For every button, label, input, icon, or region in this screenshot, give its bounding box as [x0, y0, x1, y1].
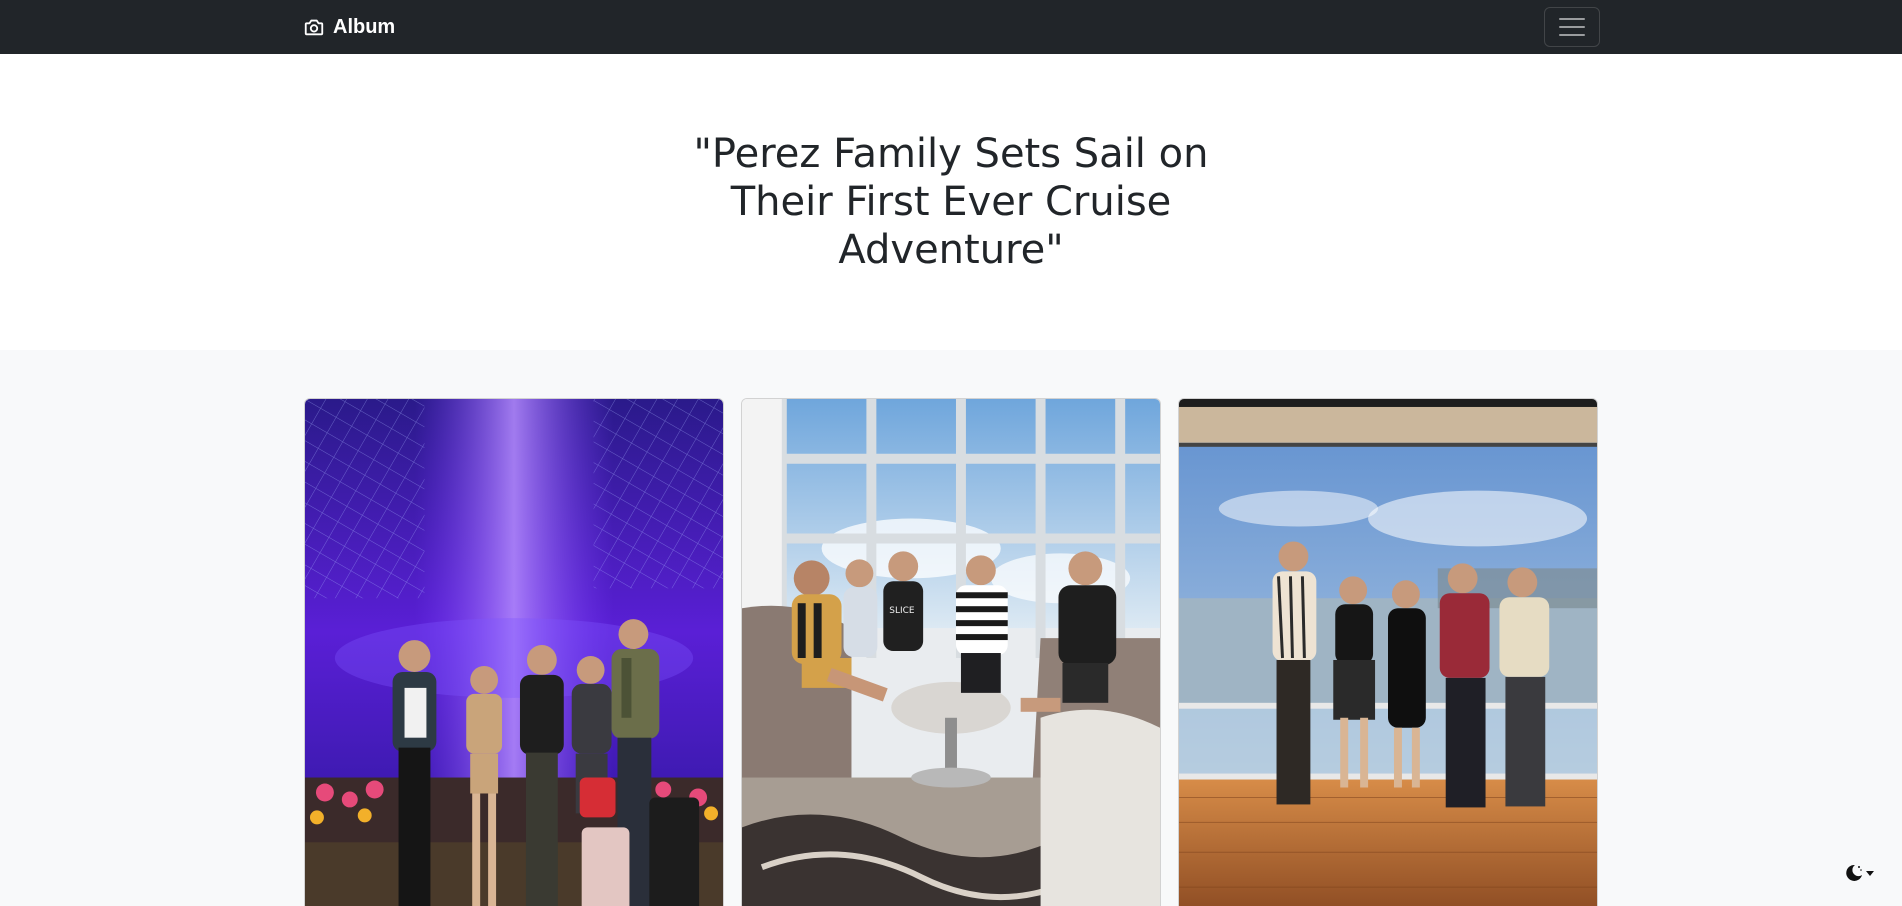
brand-link[interactable]: Album	[303, 14, 395, 40]
navbar-toggler-button[interactable]	[1544, 7, 1600, 47]
photo-card[interactable]	[304, 398, 724, 906]
brand-label: Album	[333, 15, 396, 38]
navbar: Album	[0, 0, 1902, 54]
camera-icon	[304, 19, 324, 36]
hamburger-icon-line	[1559, 34, 1585, 36]
photo-card[interactable]: SLICE	[741, 398, 1161, 906]
photo-purple-waterfall-group[interactable]	[305, 399, 723, 906]
caret-down-icon	[1866, 871, 1874, 876]
album-section: SLICE	[0, 350, 1902, 906]
hamburger-icon-line	[1559, 26, 1585, 28]
svg-text:SLICE: SLICE	[889, 606, 915, 616]
theme-toggle-button[interactable]	[1844, 862, 1878, 884]
hamburger-icon	[1559, 18, 1585, 20]
photo-deck-sunset-group[interactable]	[1179, 399, 1597, 906]
page-title: "Perez Family Sets Sail on Their First E…	[693, 131, 1209, 273]
hero-section: "Perez Family Sets Sail on Their First E…	[0, 54, 1902, 350]
photo-card[interactable]	[1178, 398, 1598, 906]
moon-stars-icon	[1846, 864, 1862, 881]
photo-lounge-group[interactable]: SLICE	[742, 399, 1160, 906]
